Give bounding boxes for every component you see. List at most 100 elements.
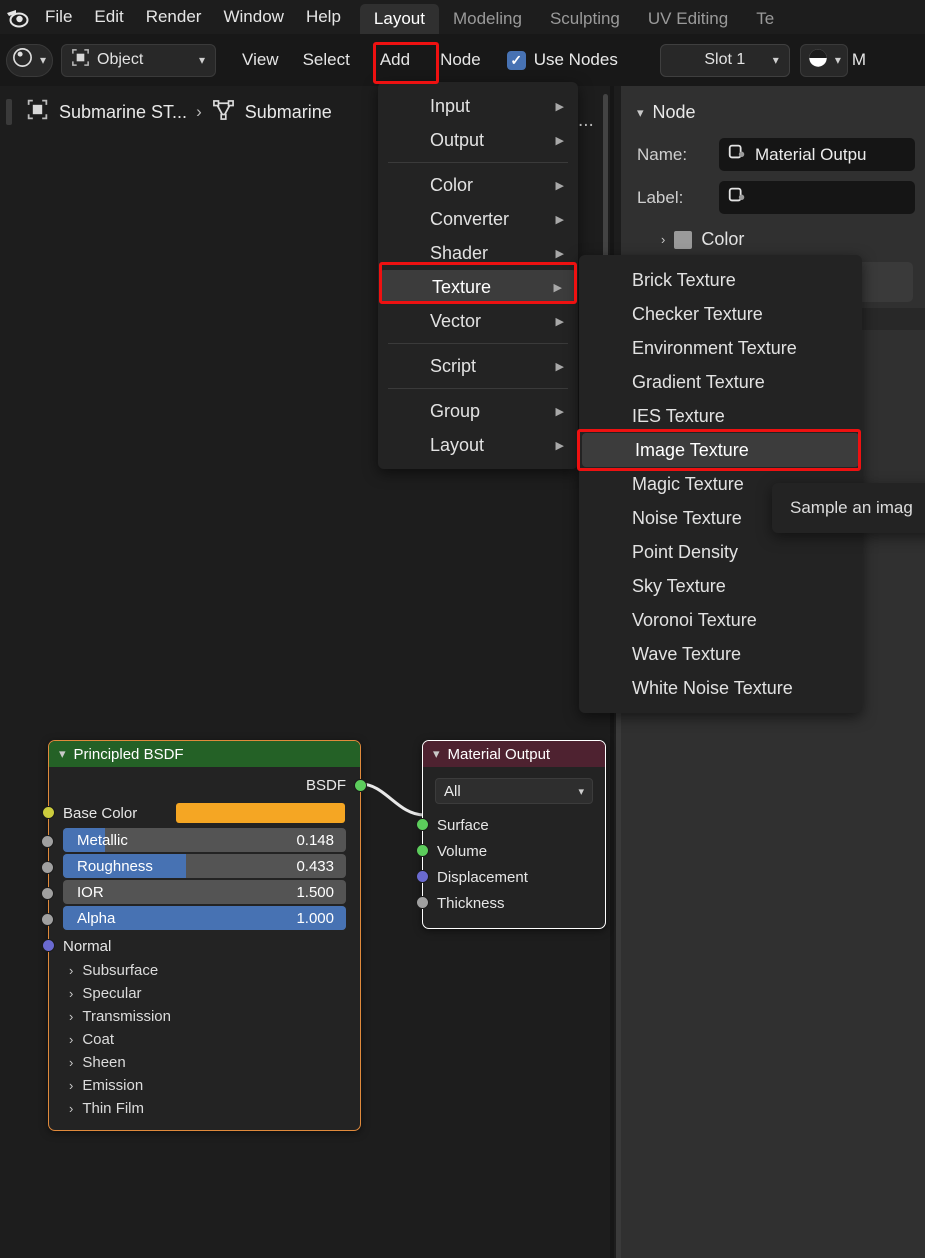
socket-thickness[interactable]: [416, 896, 429, 909]
use-nodes-toggle[interactable]: ✓ Use Nodes: [499, 50, 626, 70]
slider-ior[interactable]: IOR 1.500: [63, 880, 346, 904]
breadcrumb-material-name[interactable]: Submarine: [245, 102, 332, 123]
add-menu-item-output[interactable]: Output ▶: [378, 123, 578, 157]
node-section-header[interactable]: ▾ Node: [621, 96, 925, 133]
chevron-down-icon[interactable]: ▾: [433, 746, 440, 762]
menu-edit[interactable]: Edit: [83, 0, 134, 34]
add-menu-item-converter[interactable]: Converter ▶: [378, 202, 578, 236]
texture-item-environment-texture[interactable]: Environment Texture: [579, 331, 862, 365]
base-color-swatch[interactable]: [176, 803, 345, 823]
workspace-tab-layout[interactable]: Layout: [359, 4, 439, 34]
node-name-value: Material Outpu: [755, 144, 867, 164]
slot-label: Slot 1: [704, 51, 746, 68]
texture-item-voronoi-texture[interactable]: Voronoi Texture: [579, 603, 862, 637]
blender-logo-icon[interactable]: [0, 0, 34, 34]
workspace-tab-sculpting[interactable]: Sculpting: [536, 4, 634, 34]
socket-metallic[interactable]: [41, 835, 54, 848]
target-dropdown[interactable]: All ▾: [435, 778, 593, 804]
add-menu-label: Color: [430, 174, 474, 195]
chevron-down-icon: ▾: [40, 53, 47, 67]
header-menu-add[interactable]: Add: [368, 43, 422, 77]
node-principled-bsdf[interactable]: ▾ Principled BSDF BSDF Base Color Metall…: [41, 740, 367, 1131]
slider-value: 1.500: [296, 883, 334, 901]
slider-value: 0.148: [296, 831, 334, 849]
panel-specular[interactable]: › Specular: [49, 982, 360, 1005]
slider-alpha[interactable]: Alpha 1.000: [63, 906, 346, 930]
header-menu-view[interactable]: View: [230, 43, 291, 77]
node-name-row: Name: Material Outpu: [621, 133, 925, 176]
node-color-label: Color: [701, 229, 745, 249]
use-nodes-label: Use Nodes: [533, 50, 618, 69]
breadcrumb-object-name[interactable]: Submarine ST...: [59, 102, 187, 123]
panel-transmission[interactable]: › Transmission: [49, 1005, 360, 1028]
add-menu-item-color[interactable]: Color ▶: [378, 168, 578, 202]
texture-item-checker-texture[interactable]: Checker Texture: [579, 297, 862, 331]
chevron-right-icon: ▶: [555, 360, 564, 373]
node-name-field[interactable]: Material Outpu: [719, 138, 915, 171]
socket-alpha[interactable]: [41, 913, 54, 926]
add-menu-item-layout[interactable]: Layout ▶: [378, 428, 578, 462]
add-menu-item-group[interactable]: Group ▶: [378, 394, 578, 428]
add-menu-dropdown: Input ▶ Output ▶ Color ▶ Converter ▶ Sha…: [378, 82, 578, 469]
node-header[interactable]: ▾ Principled BSDF: [49, 741, 360, 767]
chevron-right-icon: ›: [69, 1032, 74, 1047]
node-header[interactable]: ▾ Material Output: [423, 741, 605, 767]
texture-item-wave-texture[interactable]: Wave Texture: [579, 637, 862, 671]
socket-surface[interactable]: [416, 818, 429, 831]
texture-item-image-texture[interactable]: Image Texture: [582, 433, 859, 467]
material-browse-selector[interactable]: ▾: [799, 43, 848, 77]
slider-label: IOR: [77, 883, 104, 901]
chevron-down-icon[interactable]: ▾: [59, 746, 66, 762]
texture-item-white-noise-texture[interactable]: White Noise Texture: [579, 671, 862, 705]
panel-sheen[interactable]: › Sheen: [49, 1051, 360, 1074]
node-label-field[interactable]: [719, 181, 915, 214]
socket-base-color[interactable]: [42, 806, 55, 819]
texture-item-gradient-texture[interactable]: Gradient Texture: [579, 365, 862, 399]
mode-selector[interactable]: Object ▾: [61, 43, 217, 77]
workspace-tab-texturing[interactable]: Te: [742, 4, 788, 34]
chevron-right-icon: ▶: [555, 213, 564, 226]
material-slot-selector[interactable]: Slot 1 ▾: [659, 43, 790, 77]
menu-file[interactable]: File: [34, 0, 83, 34]
add-menu-item-script[interactable]: Script ▶: [378, 349, 578, 383]
color-swatch[interactable]: [674, 230, 693, 249]
workspace-tab-uv-editing[interactable]: UV Editing: [634, 4, 742, 34]
slider-label: Roughness: [77, 857, 153, 875]
slider-roughness[interactable]: Roughness 0.433: [63, 854, 346, 878]
panel-coat[interactable]: › Coat: [49, 1028, 360, 1051]
add-menu-item-vector[interactable]: Vector ▶: [378, 304, 578, 338]
panel-label: Sheen: [82, 1054, 126, 1071]
chevron-down-icon: ▾: [637, 104, 644, 120]
socket-ior[interactable]: [41, 887, 54, 900]
add-menu-item-shader[interactable]: Shader ▶: [378, 236, 578, 270]
socket-roughness[interactable]: [41, 861, 54, 874]
socket-volume[interactable]: [416, 844, 429, 857]
socket-displacement[interactable]: [416, 870, 429, 883]
menu-help[interactable]: Help: [295, 0, 352, 34]
texture-item-point-density[interactable]: Point Density: [579, 535, 862, 569]
add-menu-item-texture[interactable]: Texture ▶: [380, 270, 576, 304]
menu-render[interactable]: Render: [135, 0, 213, 34]
slider-metallic[interactable]: Metallic 0.148: [63, 828, 346, 852]
object-data-icon: [25, 97, 50, 127]
add-menu-label: Output: [430, 129, 485, 150]
header-menu-node[interactable]: Node: [428, 43, 493, 77]
panel-emission[interactable]: › Emission: [49, 1074, 360, 1097]
header-menu-select[interactable]: Select: [291, 43, 362, 77]
node-material-output[interactable]: ▾ Material Output All ▾ Surface Volume D…: [416, 740, 606, 929]
editor-type-selector[interactable]: ▾: [6, 43, 54, 77]
socket-normal[interactable]: [42, 939, 55, 952]
panel-subsurface[interactable]: › Subsurface: [49, 959, 360, 982]
socket-bsdf-output[interactable]: [354, 779, 367, 792]
node-color-row[interactable]: › Color: [621, 219, 925, 256]
menu-window[interactable]: Window: [212, 0, 294, 34]
chevron-right-icon: ▶: [555, 134, 564, 147]
breadcrumb-overflow[interactable]: ...: [578, 110, 594, 132]
texture-item-sky-texture[interactable]: Sky Texture: [579, 569, 862, 603]
workspace-tab-modeling[interactable]: Modeling: [439, 4, 536, 34]
panel-thin-film[interactable]: › Thin Film: [49, 1097, 360, 1120]
texture-item-ies-texture[interactable]: IES Texture: [579, 399, 862, 433]
texture-item-brick-texture[interactable]: Brick Texture: [579, 263, 862, 297]
add-menu-item-input[interactable]: Input ▶: [378, 89, 578, 123]
object-mode-icon: [70, 47, 91, 73]
